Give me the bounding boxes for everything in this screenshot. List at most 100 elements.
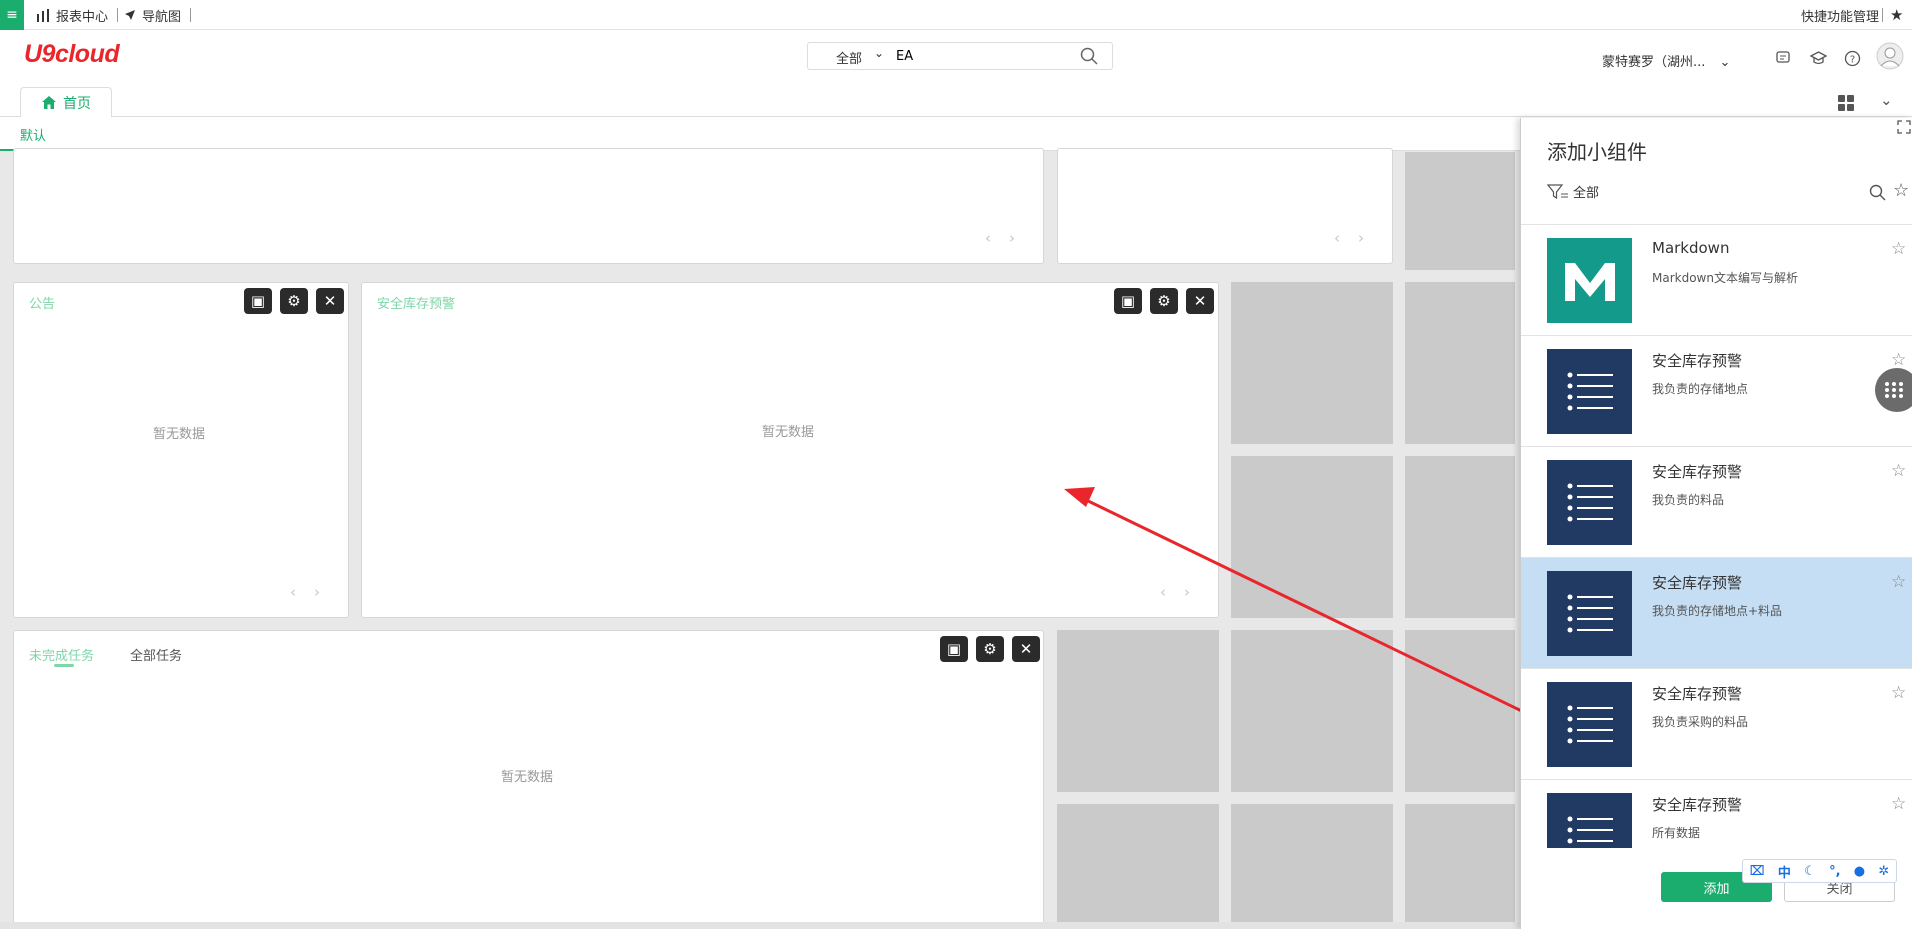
close-icon[interactable]: ✕ — [1012, 636, 1040, 662]
widget-card-notice: 公告 ▣ ⚙ ✕ 暂无数据 ‹› — [13, 282, 349, 618]
list-icon — [1547, 349, 1632, 434]
subtab-default[interactable]: 默认 — [20, 125, 46, 144]
list-icon — [1547, 793, 1632, 848]
widget-desc: 我负责的存储地点 — [1652, 382, 1749, 396]
divider — [117, 8, 118, 22]
tab-home-label: 首页 — [63, 95, 91, 112]
top-toolbar: ≡ 报表中心 导航图 快捷功能管理 ★ — [0, 0, 1912, 30]
search-input[interactable] — [896, 45, 1066, 67]
settings-icon[interactable]: ✲ — [1878, 864, 1889, 879]
empty-state: 暂无数据 — [501, 770, 554, 785]
nav-map-link[interactable]: 导航图 — [124, 0, 181, 30]
empty-state: 暂无数据 — [762, 425, 815, 440]
pager-arrows[interactable]: ‹› — [985, 229, 1033, 247]
tab-all-tasks[interactable]: 全部任务 — [130, 645, 182, 664]
star-icon[interactable]: ☆ — [1891, 794, 1906, 814]
panel-title: 添加小组件 — [1547, 140, 1647, 164]
widget-name: 安全库存预警 — [1652, 352, 1743, 370]
grid-placeholder-cell — [1405, 804, 1515, 929]
app-launcher-button[interactable] — [1875, 368, 1912, 412]
pager-arrows[interactable]: ‹› — [290, 583, 338, 601]
chevron-down-icon[interactable]: ⌄ — [874, 46, 884, 60]
star-icon[interactable]: ☆ — [1891, 572, 1906, 592]
list-item[interactable]: 安全库存预警 我负责采购的料品 ☆ — [1521, 669, 1912, 780]
card-title: 安全库存预警 — [377, 297, 456, 312]
widget-desc: 我负责采购的料品 — [1652, 715, 1749, 729]
svg-text:?: ? — [1850, 55, 1855, 66]
star-icon[interactable]: ☆ — [1893, 180, 1909, 201]
grid-placeholder-cell — [1405, 152, 1515, 270]
page-tabs: 首页 ⌄ — [0, 87, 1912, 118]
filter-select[interactable]: 全部 — [1547, 182, 1599, 201]
star-icon[interactable]: ☆ — [1891, 350, 1906, 370]
widget-desc: 所有数据 — [1652, 826, 1701, 840]
gear-icon[interactable]: ⚙ — [1150, 288, 1178, 314]
fullscreen-icon[interactable] — [1897, 120, 1911, 134]
moon-icon[interactable]: ☾ — [1804, 864, 1816, 879]
grid-placeholder-cell — [1231, 282, 1393, 444]
widget-name: 安全库存预警 — [1652, 796, 1743, 814]
report-center-link[interactable]: 报表中心 — [36, 0, 108, 30]
tab-incomplete-tasks[interactable]: 未完成任务 — [29, 645, 94, 664]
empty-state: 暂无数据 — [153, 427, 206, 442]
star-icon[interactable]: ☆ — [1891, 239, 1906, 259]
close-icon[interactable]: ✕ — [316, 288, 344, 314]
home-icon — [42, 96, 56, 109]
app-root: ≡ 报表中心 导航图 快捷功能管理 ★ U9cloud 全部 ⌄ 蒙特赛罗（湖州… — [0, 0, 1912, 929]
message-icon[interactable] — [1775, 50, 1791, 66]
gear-icon[interactable]: ⚙ — [280, 288, 308, 314]
pager-arrows[interactable]: ‹› — [1160, 583, 1208, 601]
org-name: 蒙特赛罗（湖州... — [1602, 55, 1706, 70]
card-toolbar: ▣ ⚙ ✕ — [1114, 288, 1214, 314]
card-toolbar: ▣ ⚙ ✕ — [244, 288, 344, 314]
chevron-down-icon: ⌄ — [1719, 55, 1731, 70]
save-icon[interactable]: ▣ — [1114, 288, 1142, 314]
bar-chart-icon — [37, 8, 49, 22]
star-icon[interactable]: ☆ — [1891, 683, 1906, 703]
search-icon[interactable] — [1080, 47, 1098, 65]
gear-icon[interactable]: ⚙ — [976, 636, 1004, 662]
list-item[interactable]: Markdown Markdown文本编写与解析 ☆ — [1521, 225, 1912, 336]
punctuation-icon[interactable]: °, — [1829, 864, 1840, 879]
widget-name: 安全库存预警 — [1652, 574, 1743, 592]
list-item-selected[interactable]: 安全库存预警 我负责的存储地点+料品 ☆ — [1521, 558, 1912, 669]
widget-list: Markdown Markdown文本编写与解析 ☆ 安全库存预警 我负责的存储… — [1521, 224, 1912, 848]
widget-desc: 我负责的存储地点+料品 — [1652, 604, 1783, 618]
org-switcher[interactable]: 蒙特赛罗（湖州... ⌄ — [1602, 51, 1730, 70]
list-item[interactable]: 安全库存预警 所有数据 ☆ — [1521, 780, 1912, 848]
avatar[interactable] — [1876, 42, 1904, 70]
help-icon[interactable]: ? — [1844, 50, 1861, 67]
header: U9cloud 全部 ⌄ 蒙特赛罗（湖州... ⌄ ? — [0, 30, 1912, 87]
widget-card-top-right: ‹› — [1057, 148, 1393, 264]
tab-home[interactable]: 首页 — [20, 87, 112, 118]
widget-name: 安全库存预警 — [1652, 463, 1743, 481]
hamburger-icon[interactable]: ≡ — [0, 0, 24, 30]
search-icon[interactable] — [1869, 184, 1886, 201]
search-scope-select[interactable]: 全部 — [836, 48, 862, 67]
close-icon[interactable]: ✕ — [1186, 288, 1214, 314]
dashboard-grid: ‹› ‹› 公告 ▣ ⚙ ✕ 暂无数据 ‹› 安全库存预警 ▣ ⚙ ✕ 暂无数据 — [0, 148, 1520, 929]
card-toolbar: ▣ ⚙ ✕ — [940, 636, 1040, 662]
chevron-down-icon[interactable]: ⌄ — [1880, 91, 1893, 109]
ime-toolbar: ⌧ 中 ☾ °, ● ✲ — [1742, 859, 1897, 883]
pager-arrows[interactable]: ‹› — [1334, 229, 1382, 247]
widget-desc: 我负责的料品 — [1652, 493, 1725, 507]
ime-language[interactable]: 中 — [1778, 862, 1791, 881]
star-icon[interactable]: ☆ — [1891, 461, 1906, 481]
widget-name: Markdown — [1652, 239, 1730, 257]
quick-manage-link[interactable]: 快捷功能管理 — [1801, 0, 1879, 30]
search-box: 全部 ⌄ — [807, 42, 1113, 70]
ime-logo-icon[interactable]: ⌧ — [1750, 864, 1765, 879]
layout-grid-icon[interactable] — [1838, 95, 1854, 111]
list-item[interactable]: 安全库存预警 我负责的料品 ☆ — [1521, 447, 1912, 558]
logo: U9cloud — [24, 40, 120, 68]
save-icon[interactable]: ▣ — [244, 288, 272, 314]
add-widget-panel: 添加小组件 全部 ☆ Markdown Markdown文本编写与解析 ☆ 安全… — [1520, 118, 1912, 929]
list-item[interactable]: 安全库存预警 我负责的存储地点 ☆ — [1521, 336, 1912, 447]
star-icon[interactable]: ★ — [1890, 0, 1903, 30]
widget-card-tasks: 未完成任务 全部任务 ▣ ⚙ ✕ 暂无数据 — [13, 630, 1044, 929]
graduation-cap-icon[interactable] — [1810, 50, 1827, 66]
save-icon[interactable]: ▣ — [940, 636, 968, 662]
user-icon[interactable]: ● — [1854, 864, 1865, 879]
grid-dots-icon — [1885, 382, 1903, 398]
